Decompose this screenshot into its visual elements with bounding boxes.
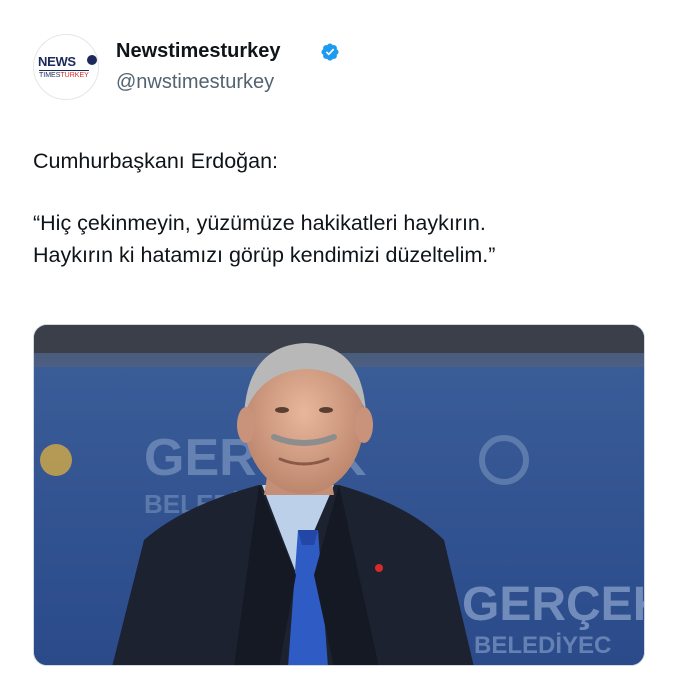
avatar-logo-sub: TIMESTURKEY bbox=[39, 70, 89, 79]
avatar[interactable]: NEWS TIMESTURKEY bbox=[33, 34, 99, 100]
tweet-line: Haykırın ki hatamızı görüp kendimizi düz… bbox=[33, 243, 496, 267]
bulb-logo-icon bbox=[40, 444, 72, 476]
tweet-photo[interactable]: GERÇEK BELEDİYECİLİK GERÇEK BELEDİYEC bbox=[33, 324, 645, 666]
photo-illustration: GERÇEK BELEDİYECİLİK GERÇEK BELEDİYEC bbox=[34, 325, 645, 665]
tweet-line: Cumhurbaşkanı Erdoğan: bbox=[33, 149, 279, 173]
handle[interactable]: @nwstimesturkey bbox=[116, 71, 274, 94]
backdrop-word: GERÇEK bbox=[462, 578, 645, 631]
tweet-line: “Hiç çekinmeyin, yüzümüze hakikatleri ha… bbox=[33, 211, 486, 235]
tweet-text: Cumhurbaşkanı Erdoğan: “Hiç çekinmeyin, … bbox=[33, 145, 653, 271]
tweet-header: NEWS TIMESTURKEY Newstimesturkey @nwstim… bbox=[33, 34, 653, 104]
verified-badge-icon bbox=[321, 43, 339, 61]
flag-pin-icon bbox=[375, 564, 383, 572]
avatar-logo-news: NEWS bbox=[38, 54, 76, 69]
backdrop-word: BELEDİYEC bbox=[474, 632, 611, 659]
globe-icon bbox=[87, 55, 97, 65]
display-name[interactable]: Newstimesturkey bbox=[116, 40, 281, 63]
